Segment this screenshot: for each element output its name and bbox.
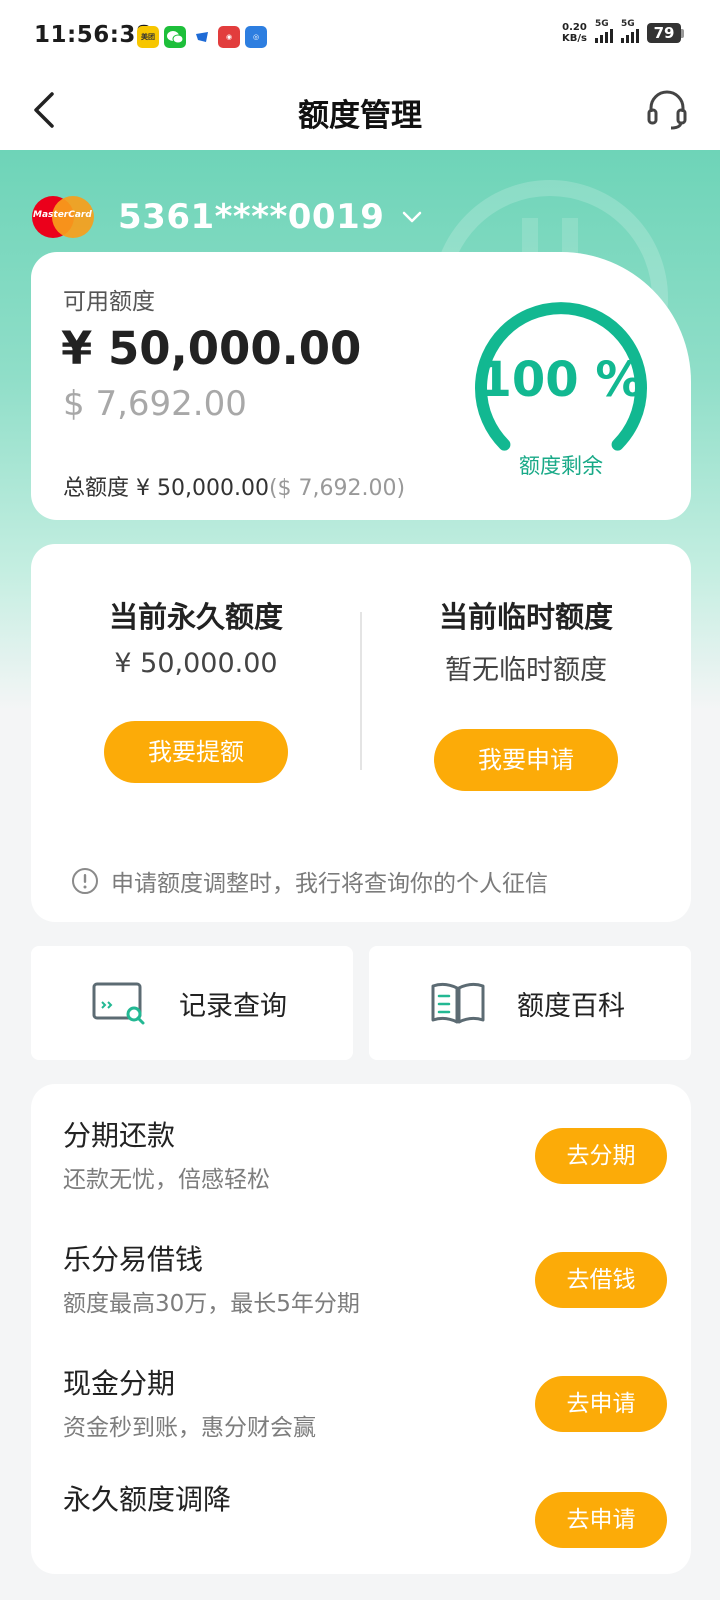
borrow-money-button[interactable]: 去借钱: [535, 1252, 667, 1308]
record-card-icon: [92, 982, 145, 1025]
permanent-limit-section: 当前永久额度 ¥ 50,000.00 我要提额: [31, 594, 361, 783]
credit-encyclopedia-label: 额度百科: [517, 990, 625, 1022]
cash-installment-apply-button[interactable]: 去申请: [535, 1376, 667, 1432]
signal-icon: 5G: [621, 19, 639, 43]
raise-limit-button[interactable]: 我要提额: [104, 721, 288, 783]
record-query-tile[interactable]: 记录查询: [31, 946, 353, 1060]
temporary-limit-title: 当前临时额度: [438, 600, 613, 634]
services-list: 分期还款 还款无忧，倍感轻松 去分期 乐分易借钱 额度最高30万，最长5年分期 …: [31, 1084, 691, 1574]
credit-check-notice: 申请额度调整时，我行将查询你的个人征信: [71, 864, 548, 898]
total-credit: 总额度 ¥ 50,000.00($ 7,692.00): [63, 470, 405, 502]
battery-icon: 79: [647, 23, 684, 43]
available-credit-usd: $ 7,692.00: [63, 384, 247, 424]
signal-icon: 5G: [595, 19, 613, 43]
list-item: 分期还款 还款无忧，倍感轻松 去分期: [31, 1114, 691, 1214]
service-title: 分期还款: [63, 1119, 176, 1152]
chevron-down-icon: [403, 211, 422, 223]
credit-limits-card: 当前永久额度 ¥ 50,000.00 我要提额 当前临时额度 暂无临时额度 我要…: [31, 544, 691, 922]
service-title: 乐分易借钱: [63, 1243, 204, 1276]
notification-icons: 美团 ◉ ◎: [137, 26, 267, 48]
customer-service-button[interactable]: [644, 86, 690, 132]
wechat-icon: [164, 26, 186, 48]
shopping-app-icon: ◉: [218, 26, 240, 48]
app-notification-icon: [191, 26, 213, 48]
page-title: 额度管理: [298, 98, 422, 134]
meituan-app-icon: 美团: [137, 26, 159, 48]
status-bar: 11:56:38 美团 ◉ ◎ 0.20 KB/s 5G 5G 79: [0, 0, 720, 72]
available-credit-label: 可用额度: [63, 289, 155, 315]
installment-button[interactable]: 去分期: [535, 1128, 667, 1184]
notice-text: 申请额度调整时，我行将查询你的个人征信: [111, 871, 548, 897]
navigation-bar: 额度管理: [0, 72, 720, 150]
permanent-limit-value: ¥ 50,000.00: [114, 648, 278, 679]
status-indicators: 0.20 KB/s 5G 5G 79: [562, 19, 684, 44]
limit-reduction-apply-button[interactable]: 去申请: [535, 1492, 667, 1548]
list-item: 乐分易借钱 额度最高30万，最长5年分期 去借钱: [31, 1238, 691, 1338]
service-subtitle: 额度最高30万，最长5年分期: [63, 1291, 360, 1317]
temporary-limit-value: 暂无临时额度: [445, 655, 607, 686]
total-credit-cny: 总额度 ¥ 50,000.00: [63, 476, 269, 501]
remaining-percent: 100 %: [478, 352, 644, 408]
list-item: 永久额度调降 去申请: [31, 1478, 691, 1578]
permanent-limit-title: 当前永久额度: [108, 600, 283, 634]
service-subtitle: 还款无忧，倍感轻松: [63, 1167, 270, 1193]
total-credit-usd: ($ 7,692.00): [268, 476, 406, 501]
service-title: 现金分期: [63, 1367, 176, 1400]
network-speed: 0.20 KB/s: [562, 22, 587, 44]
mastercard-logo-icon: MasterCard: [32, 196, 94, 238]
status-time: 11:56:38: [34, 22, 153, 48]
service-subtitle: 资金秒到账，惠分财会赢: [63, 1415, 316, 1441]
card-selector[interactable]: MasterCard 5361****0019: [32, 196, 424, 238]
remaining-label: 额度剩余: [519, 454, 603, 478]
available-credit-cny: ¥ 50,000.00: [61, 322, 362, 375]
headset-icon: [647, 90, 687, 130]
apply-temporary-limit-button[interactable]: 我要申请: [434, 729, 618, 791]
book-icon: [431, 982, 485, 1024]
credit-encyclopedia-tile[interactable]: 额度百科: [369, 946, 691, 1060]
card-number: 5361****0019: [118, 197, 385, 237]
service-title: 永久额度调降: [63, 1483, 232, 1516]
available-credit-card: 可用额度 ¥ 50,000.00 $ 7,692.00 总额度 ¥ 50,000…: [31, 252, 691, 520]
record-query-label: 记录查询: [179, 990, 287, 1022]
info-icon: [72, 868, 98, 894]
bank-app-icon: ◎: [245, 26, 267, 48]
list-item: 现金分期 资金秒到账，惠分财会赢 去申请: [31, 1362, 691, 1462]
temporary-limit-section: 当前临时额度 暂无临时额度 我要申请: [361, 594, 691, 791]
